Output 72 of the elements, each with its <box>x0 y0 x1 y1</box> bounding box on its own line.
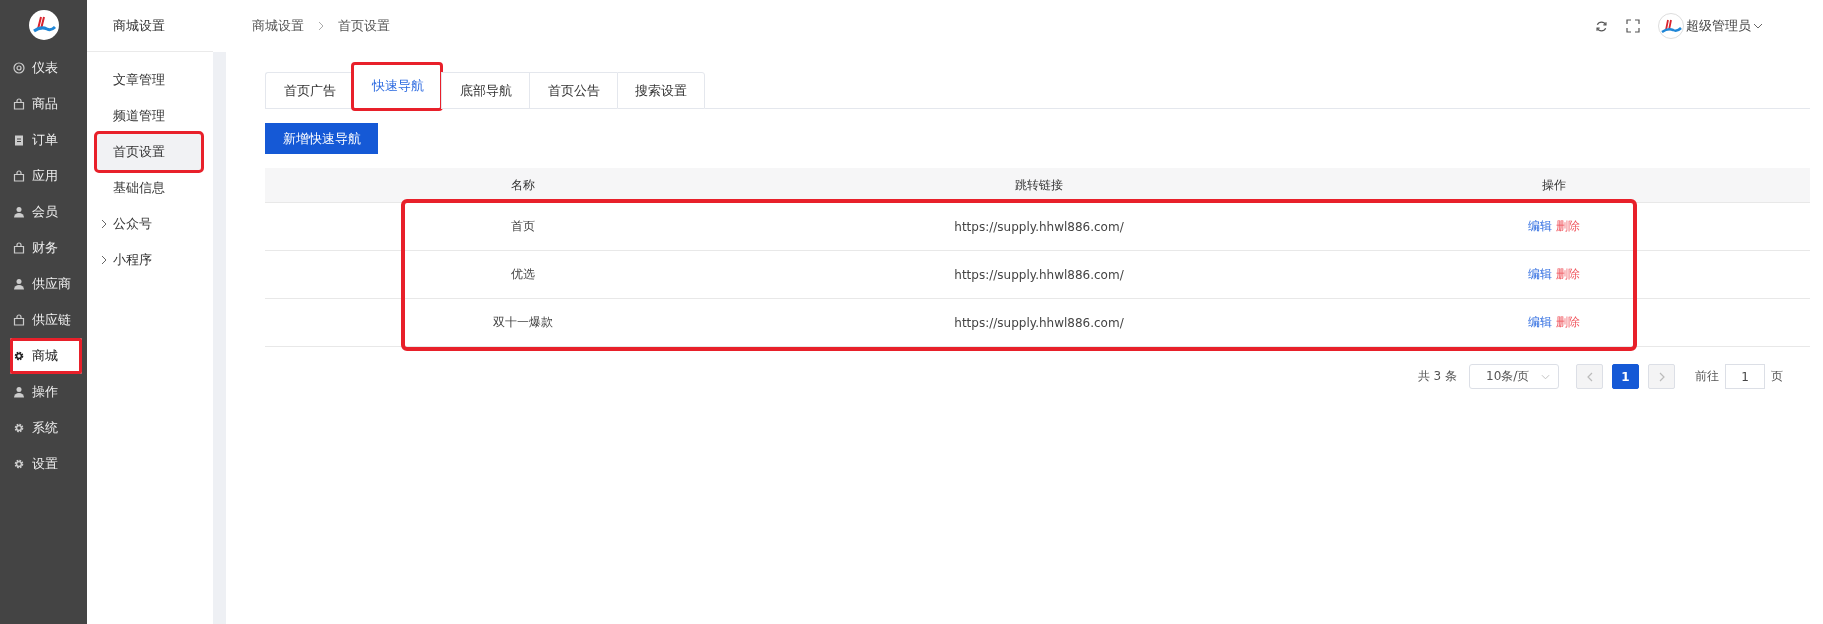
settings-icon <box>13 458 25 470</box>
submenu-item[interactable]: 频道管理 <box>87 98 201 134</box>
chevron-right-icon <box>318 21 324 31</box>
delete-link[interactable]: 删除 <box>1555 314 1580 331</box>
chevron-left-icon <box>1586 371 1593 382</box>
person-icon <box>13 278 25 290</box>
fullscreen-icon[interactable] <box>1626 19 1640 33</box>
goto-label: 前往 <box>1695 368 1719 385</box>
submenu-item[interactable]: 首页设置 <box>97 134 201 170</box>
bag-icon <box>13 170 25 182</box>
tab[interactable]: 搜索设置 <box>617 72 705 109</box>
bag-icon <box>13 314 25 326</box>
sidebar-item[interactable]: 商品 <box>0 86 87 122</box>
bag-icon <box>13 242 25 254</box>
submenu-item[interactable]: 基础信息 <box>87 170 201 206</box>
chevron-right-icon <box>1658 371 1665 382</box>
edit-link[interactable]: 编辑 <box>1527 266 1552 283</box>
add-button[interactable]: 新增快速导航 <box>265 123 378 154</box>
logo-icon <box>28 10 59 40</box>
submenu-item[interactable]: 小程序 <box>87 242 201 278</box>
person-icon <box>13 206 25 218</box>
chevron-right-icon <box>101 219 107 229</box>
delete-link[interactable]: 删除 <box>1555 218 1580 235</box>
sidebar-item[interactable]: 订单 <box>0 122 87 158</box>
tab[interactable]: 首页广告 <box>265 72 353 109</box>
submenu-item[interactable]: 公众号 <box>87 206 201 242</box>
table-cell: 双十一爆款 <box>493 315 553 329</box>
total-count: 共 3 条 <box>1417 368 1457 385</box>
sidebar-item[interactable]: 财务 <box>0 230 87 266</box>
page-suffix: 页 <box>1771 368 1783 385</box>
table-cell: 优选 <box>511 267 535 281</box>
delete-link[interactable]: 删除 <box>1555 266 1580 283</box>
sidebar-item[interactable]: 系统 <box>0 410 87 446</box>
edit-link[interactable]: 编辑 <box>1527 314 1552 331</box>
sidebar-item[interactable]: 设置 <box>0 446 87 482</box>
tab[interactable]: 快速导航 <box>353 64 441 109</box>
user-menu[interactable]: 超级管理员 <box>1686 17 1763 35</box>
table-cell: https://supply.hhwl886.com/ <box>954 219 1124 234</box>
column-header: 跳转链接 <box>1014 176 1064 194</box>
breadcrumb-item[interactable]: 商城设置 <box>252 17 304 35</box>
table-cell: https://supply.hhwl886.com/ <box>954 315 1124 330</box>
refresh-icon[interactable] <box>1595 19 1608 33</box>
avatar-icon <box>1658 13 1684 39</box>
table-cell: 首页 <box>511 219 535 233</box>
bag-icon <box>13 98 25 110</box>
clipboard-icon <box>13 134 25 146</box>
sidebar-item[interactable]: 应用 <box>0 158 87 194</box>
sidebar-item[interactable]: 会员 <box>0 194 87 230</box>
settings-icon <box>13 350 25 362</box>
page-size-select[interactable]: 10条/页 <box>1469 364 1559 389</box>
table-cell: https://supply.hhwl886.com/ <box>954 267 1124 282</box>
caret-icon <box>1541 373 1550 380</box>
page-button[interactable]: 1 <box>1612 364 1639 389</box>
column-header: 名称 <box>510 176 536 194</box>
sidebar-item[interactable]: 操作 <box>0 374 87 410</box>
person-icon <box>13 386 25 398</box>
sidebar-item[interactable]: 供应商 <box>0 266 87 302</box>
tab[interactable]: 底部导航 <box>441 72 529 109</box>
caret-icon <box>1753 23 1763 29</box>
breadcrumb-item[interactable]: 首页设置 <box>338 17 390 35</box>
submenu-item[interactable]: 文章管理 <box>87 62 201 98</box>
sidebar-item[interactable]: 仪表 <box>0 50 87 86</box>
submenu-title: 商城设置 <box>87 0 213 52</box>
chevron-right-icon <box>101 255 107 265</box>
tab[interactable]: 首页公告 <box>529 72 617 109</box>
edit-link[interactable]: 编辑 <box>1527 218 1552 235</box>
sidebar-item[interactable]: 供应链 <box>0 302 87 338</box>
column-header: 操作 <box>1540 176 1567 194</box>
settings-icon <box>13 422 25 434</box>
sidebar-item[interactable]: 商城 <box>10 338 82 374</box>
dial-icon <box>13 62 25 74</box>
page-input[interactable]: 1 <box>1725 364 1765 389</box>
